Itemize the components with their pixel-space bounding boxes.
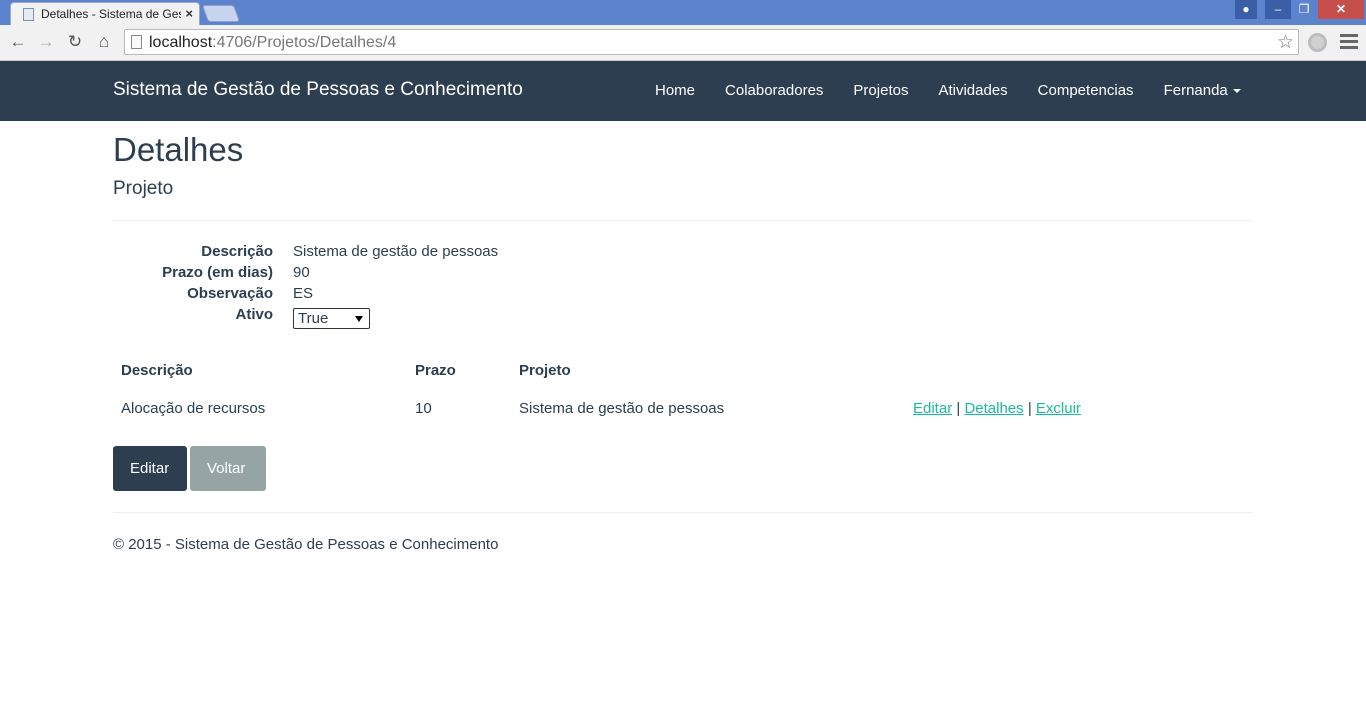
main-content: Detalhes Projeto Descrição Sistema de ge…: [113, 121, 1253, 553]
tab-close-icon[interactable]: ×: [185, 6, 193, 21]
address-bar[interactable]: localhost:4706/Projetos/Detalhes/4 ☆: [124, 29, 1299, 55]
browser-tab[interactable]: Detalhes - Sistema de Ges ×: [10, 2, 200, 25]
detail-descricao: Descrição Sistema de gestão de pessoas: [113, 243, 1253, 264]
nav-link-home[interactable]: Home: [640, 61, 710, 121]
detail-observacao: Observação ES: [113, 285, 1253, 306]
detail-label: Prazo (em dias): [162, 264, 273, 281]
separator: |: [956, 399, 961, 417]
browser-titlebar: Detalhes - Sistema de Ges × ● – ❐ ✕: [0, 0, 1366, 25]
maximize-button[interactable]: ❐: [1291, 0, 1317, 19]
back-button[interactable]: Voltar: [190, 446, 266, 491]
home-icon[interactable]: ⌂: [94, 32, 114, 52]
cell-projeto: Sistema de gestão de pessoas: [519, 399, 725, 417]
detail-label: Ativo: [235, 306, 274, 323]
cell-actions: Editar | Detalhes | Excluir: [905, 389, 1253, 427]
table-header-row: Descrição Prazo Projeto: [113, 351, 1253, 389]
cell-descricao: Alocação de recursos: [121, 399, 266, 417]
navbar-links: Home Colaboradores Projetos Atividades C…: [640, 61, 1256, 121]
page-subtitle: Projeto: [113, 178, 174, 199]
edit-button[interactable]: Editar: [113, 446, 187, 491]
browser-menu-icon[interactable]: [1340, 34, 1358, 50]
table-row: Alocação de recursos 10 Sistema de gestã…: [113, 389, 1253, 427]
detail-value: 90: [293, 264, 310, 281]
column-header-actions: [905, 351, 1253, 389]
action-buttons: Editar Voltar: [113, 446, 1253, 491]
dropdown-arrow-icon: [355, 316, 363, 322]
cell-prazo: 10: [415, 399, 432, 417]
bookmark-star-icon[interactable]: ☆: [1277, 31, 1294, 54]
page-title: Detalhes: [113, 131, 244, 168]
user-name: Fernanda: [1163, 82, 1228, 99]
footer: © 2015 - Sistema de Gestão de Pessoas e …: [113, 536, 1253, 553]
back-arrow-icon[interactable]: ←: [8, 32, 28, 52]
nav-link-projetos[interactable]: Projetos: [838, 61, 923, 121]
detail-value: ES: [293, 285, 314, 302]
page-favicon-icon: [23, 8, 34, 21]
separator: |: [1027, 399, 1032, 417]
url-text: localhost:4706/Projetos/Detalhes/4: [149, 34, 397, 51]
tab-title: Detalhes - Sistema de Ges: [41, 7, 181, 21]
user-profile-icon[interactable]: ●: [1235, 0, 1257, 19]
column-header-descricao: Descrição: [121, 361, 193, 379]
atividades-table: Descrição Prazo Projeto Alocação de recu…: [113, 351, 1253, 427]
detail-label: Descrição: [201, 243, 273, 260]
divider: [113, 220, 1253, 221]
nav-link-atividades[interactable]: Atividades: [923, 61, 1022, 121]
page-icon: [131, 35, 142, 49]
close-window-button[interactable]: ✕: [1318, 0, 1364, 19]
nav-link-colaboradores[interactable]: Colaboradores: [710, 61, 838, 121]
footer-text: © 2015 - Sistema de Gestão de Pessoas e …: [113, 536, 499, 553]
minimize-button[interactable]: –: [1265, 0, 1291, 19]
forward-arrow-icon[interactable]: →: [36, 32, 56, 52]
detail-label: Observação: [187, 285, 273, 302]
divider: [113, 512, 1253, 513]
details-link[interactable]: Detalhes: [964, 400, 1023, 417]
edit-link[interactable]: Editar: [913, 400, 952, 417]
ativo-select-value: True: [298, 310, 329, 327]
ativo-select[interactable]: True: [293, 308, 370, 329]
extension-icon[interactable]: [1308, 33, 1327, 52]
detail-prazo: Prazo (em dias) 90: [113, 264, 1253, 285]
detail-value: Sistema de gestão de pessoas: [293, 243, 499, 260]
detail-ativo: Ativo True: [113, 306, 1253, 329]
app-navbar: Sistema de Gestão de Pessoas e Conhecime…: [0, 61, 1366, 121]
reload-icon[interactable]: ↻: [65, 32, 85, 52]
navbar-brand[interactable]: Sistema de Gestão de Pessoas e Conhecime…: [113, 79, 523, 101]
delete-link[interactable]: Excluir: [1036, 400, 1081, 417]
browser-toolbar: ← → ↻ ⌂ localhost:4706/Projetos/Detalhes…: [0, 25, 1366, 61]
details-list: Descrição Sistema de gestão de pessoas P…: [113, 243, 1253, 329]
nav-link-competencias[interactable]: Competencias: [1023, 61, 1149, 121]
new-tab-button[interactable]: [201, 5, 241, 22]
caret-down-icon: [1232, 89, 1241, 94]
user-dropdown[interactable]: Fernanda: [1149, 61, 1256, 121]
column-header-projeto: Projeto: [519, 361, 571, 379]
column-header-prazo: Prazo: [415, 361, 456, 379]
